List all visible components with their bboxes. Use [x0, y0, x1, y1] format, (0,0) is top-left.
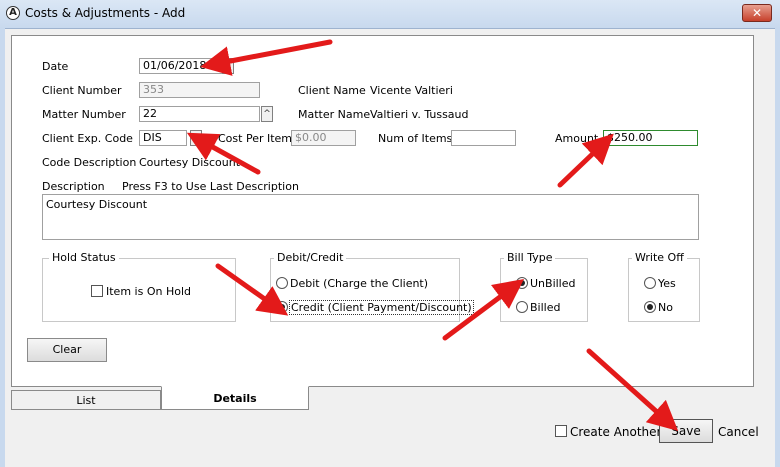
arrow-to-amount: [557, 133, 614, 188]
annotation-arrows: [186, 39, 679, 432]
arrow-to-credit: [215, 263, 289, 316]
arrow-to-save: [586, 348, 679, 432]
arrow-to-exp-code: [186, 132, 261, 175]
arrow-to-unbilled: [442, 279, 525, 341]
arrow-to-date: [200, 39, 333, 76]
